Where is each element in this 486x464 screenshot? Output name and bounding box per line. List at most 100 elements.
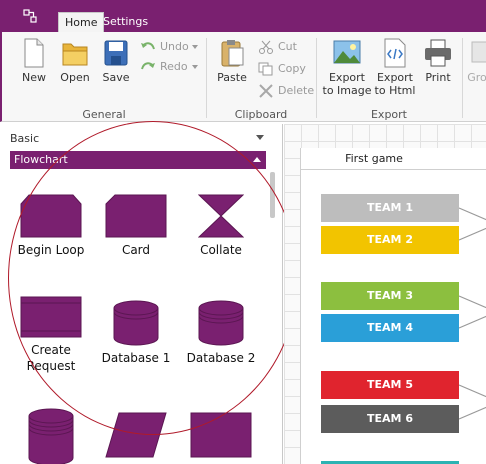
- open-label: Open: [60, 71, 90, 84]
- diagram-page: First game TEAM 1 TEAM 2 TEAM 3 TEAM 4 T…: [300, 148, 486, 464]
- shape-card[interactable]: Card: [96, 194, 176, 258]
- new-button[interactable]: New: [16, 38, 52, 84]
- team-node[interactable]: TEAM 5: [321, 371, 459, 399]
- shape-label: Database 1: [101, 351, 171, 365]
- cut-button[interactable]: Cut: [258, 39, 314, 55]
- shape-database-1[interactable]: Database 1: [96, 300, 176, 366]
- collate-shape-icon: [198, 194, 244, 238]
- shape-database-3[interactable]: [11, 408, 91, 464]
- create-request-shape-icon: [20, 296, 82, 338]
- ribbon: New Open Save Undo Redo General Paste Cu…: [0, 32, 486, 122]
- process-shape-icon: [190, 412, 252, 458]
- export-image-label-1: Export: [328, 71, 365, 84]
- flowchart-section-header[interactable]: Flowchart: [10, 151, 266, 169]
- category-label: Basic: [10, 132, 40, 145]
- team-label: TEAM 2: [367, 233, 413, 246]
- export-to-image-button[interactable]: Export to Image: [320, 38, 374, 97]
- shape-label: Card: [121, 243, 151, 257]
- shape-create-request[interactable]: Create Request: [11, 296, 91, 374]
- new-document-icon: [24, 38, 44, 68]
- redo-icon: [141, 62, 155, 70]
- group-label-clipboard: Clipboard: [234, 108, 288, 121]
- panel-scrollbar[interactable]: [270, 172, 275, 218]
- cut-label: Cut: [278, 40, 297, 53]
- tab-settings[interactable]: Settings: [97, 12, 154, 32]
- team-node[interactable]: TEAM 3: [321, 282, 459, 310]
- team-node[interactable]: TEAM 4: [321, 314, 459, 342]
- team-node[interactable]: TEAM 2: [321, 226, 459, 254]
- printer-icon: [425, 39, 451, 67]
- export-image-label-2: to Image: [322, 84, 372, 97]
- section-label: Flowchart: [14, 153, 68, 166]
- collapse-arrow-icon: [253, 157, 261, 162]
- print-button[interactable]: Print: [420, 38, 456, 84]
- copy-icon: [258, 62, 273, 76]
- export-html-label-2: to Html: [374, 84, 416, 97]
- new-label: New: [22, 71, 46, 84]
- save-label: Save: [102, 71, 130, 84]
- shape-begin-loop[interactable]: Begin Loop: [11, 194, 91, 258]
- database-1-shape-icon: [113, 300, 159, 346]
- delete-x-icon: [259, 84, 273, 98]
- shape-data[interactable]: [96, 412, 176, 458]
- shape-label: Collate: [200, 243, 242, 257]
- group-label: Gro: [467, 71, 486, 84]
- begin-loop-shape-icon: [20, 194, 82, 238]
- folder-icon: [62, 43, 88, 66]
- group-label-export: Export: [370, 108, 407, 121]
- team-label: TEAM 3: [367, 289, 413, 302]
- undo-icon: [141, 42, 155, 50]
- undo-label: Undo: [160, 40, 189, 53]
- group-separator: [462, 38, 463, 118]
- shape-label: Create: [31, 343, 71, 357]
- export-to-html-button[interactable]: Export to Html: [374, 38, 416, 97]
- paste-label: Paste: [217, 71, 247, 84]
- copy-button[interactable]: Copy: [258, 61, 314, 77]
- open-button[interactable]: Open: [57, 38, 93, 84]
- export-html-label-1: Export: [376, 71, 413, 84]
- group-button[interactable]: Gro: [466, 38, 486, 84]
- undo-dropdown-icon: [192, 45, 198, 49]
- shape-label: Database 2: [186, 351, 256, 365]
- app-menu-icon[interactable]: [22, 8, 38, 24]
- title-bar: Home Settings: [0, 0, 486, 32]
- undo-button[interactable]: Undo: [140, 39, 202, 55]
- group-separator: [206, 38, 207, 118]
- data-parallelogram-shape-icon: [105, 412, 167, 458]
- redo-label: Redo: [160, 60, 188, 73]
- delete-button[interactable]: Delete: [258, 83, 314, 99]
- scissors-icon: [259, 40, 273, 54]
- save-button[interactable]: Save: [98, 38, 134, 84]
- shape-label: Begin Loop: [17, 243, 85, 257]
- shape-collate[interactable]: Collate: [181, 194, 261, 258]
- database-2-shape-icon: [198, 300, 244, 346]
- database-3-shape-icon: [28, 408, 74, 464]
- html-file-icon: [384, 38, 406, 68]
- team-label: TEAM 5: [367, 378, 413, 391]
- chevron-down-icon: [256, 135, 264, 140]
- paste-button[interactable]: Paste: [214, 38, 250, 84]
- shape-library-panel: Basic Flowchart Begin Loop Card Collate …: [0, 124, 283, 464]
- category-dropdown[interactable]: Basic: [10, 132, 266, 148]
- team-label: TEAM 6: [367, 412, 413, 425]
- diagram-canvas[interactable]: First game TEAM 1 TEAM 2 TEAM 3 TEAM 4 T…: [284, 124, 486, 464]
- card-shape-icon: [105, 194, 167, 238]
- group-separator: [316, 38, 317, 118]
- team-node[interactable]: TEAM 1: [321, 194, 459, 222]
- copy-label: Copy: [278, 62, 306, 75]
- team-node[interactable]: TEAM 6: [321, 405, 459, 433]
- save-disk-icon: [104, 40, 128, 66]
- redo-dropdown-icon: [192, 65, 198, 69]
- group-label-general: General: [82, 108, 126, 121]
- shape-process[interactable]: [181, 412, 261, 458]
- team-label: TEAM 4: [367, 321, 413, 334]
- redo-button[interactable]: Redo: [140, 59, 202, 75]
- shape-label: Request: [26, 359, 76, 373]
- delete-label: Delete: [278, 84, 315, 97]
- group-icon: [471, 41, 486, 63]
- print-label: Print: [425, 71, 451, 84]
- team-label: TEAM 1: [367, 201, 413, 214]
- shape-database-2[interactable]: Database 2: [181, 300, 261, 366]
- image-icon: [333, 40, 361, 64]
- paste-clipboard-icon: [221, 40, 244, 67]
